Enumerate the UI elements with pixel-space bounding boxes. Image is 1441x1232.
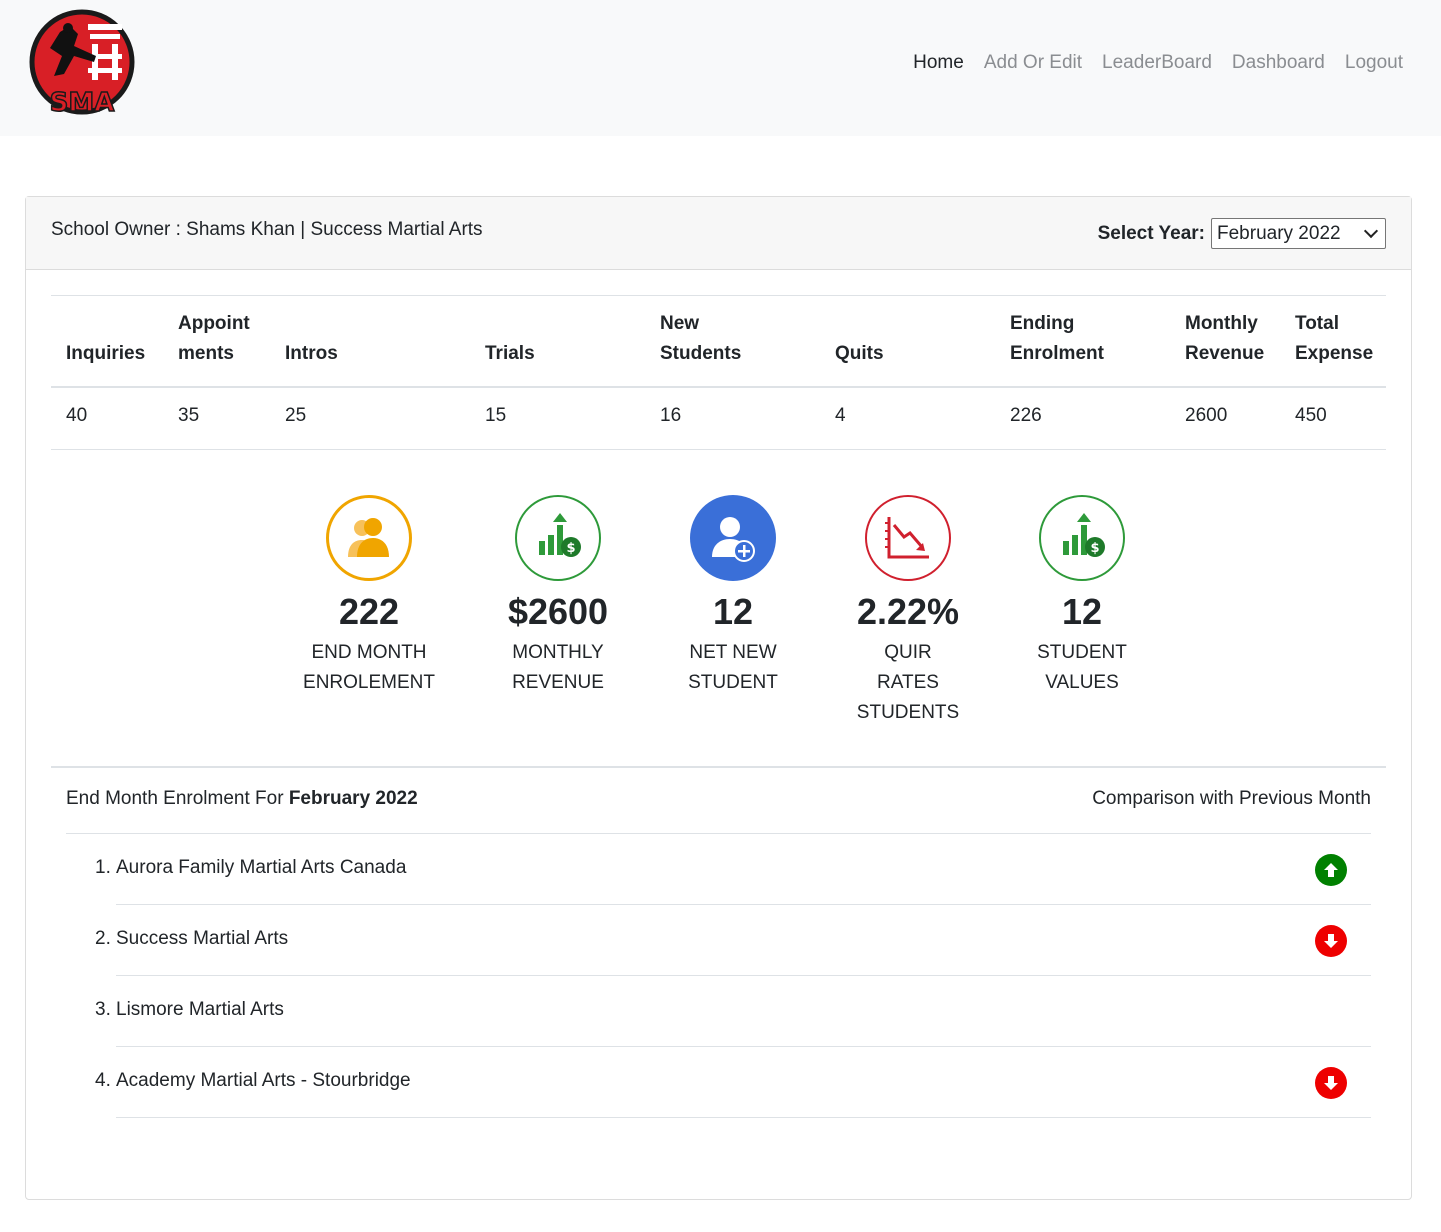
dashboard-card: School Owner : Shams Khan | Success Mart… bbox=[25, 196, 1412, 1200]
col-intros: Intros bbox=[285, 343, 338, 364]
nav-home-link[interactable]: Home bbox=[913, 52, 964, 74]
card-header: School Owner : Shams Khan | Success Mart… bbox=[26, 197, 1411, 270]
kpi-value: $2600 bbox=[507, 591, 609, 632]
svg-text:$: $ bbox=[566, 541, 575, 556]
arrow-down-icon bbox=[1315, 925, 1347, 957]
list-item: 1. Aurora Family Martial Arts Canada bbox=[95, 834, 1371, 905]
year-select-dropdown[interactable]: February 2022 bbox=[1211, 218, 1386, 249]
kpi-label: QUIR RATES STUDENTS bbox=[856, 642, 960, 723]
kpi-quir-rates-students: 2.22% QUIR RATES STUDENTS bbox=[823, 495, 993, 728]
cell-new-students: 16 bbox=[660, 405, 682, 426]
col-monthly-revenue: Monthly Revenue bbox=[1185, 313, 1265, 364]
kpi-value: 12 bbox=[712, 591, 754, 632]
school-owner-text: School Owner : Shams Khan | Success Mart… bbox=[51, 219, 483, 240]
select-year-label: Select Year: bbox=[1097, 222, 1205, 244]
kpi-label: MONTHLY REVENUE bbox=[512, 642, 604, 693]
school-name: Lismore Martial Arts bbox=[116, 999, 284, 1020]
kpi-value: 12 bbox=[1061, 591, 1103, 632]
nav-add-or-edit-link[interactable]: Add Or Edit bbox=[984, 52, 1082, 74]
enrolment-title: End Month Enrolment For February 2022 bbox=[66, 788, 418, 809]
svg-text:$: $ bbox=[1090, 541, 1099, 556]
school-name: Academy Martial Arts - Stourbridge bbox=[116, 1070, 411, 1091]
kpi-value: 2.22% bbox=[856, 591, 960, 632]
logo-graphic: SMA bbox=[29, 9, 135, 119]
kpi-label: STUDENT VALUES bbox=[1037, 642, 1127, 693]
school-name: Aurora Family Martial Arts Canada bbox=[116, 857, 407, 878]
list-item: 4. Academy Martial Arts - Stourbridge bbox=[95, 1047, 1371, 1118]
list-item: 2. Success Martial Arts bbox=[95, 905, 1371, 976]
col-trials: Trials bbox=[485, 343, 535, 364]
list-item: 3. Lismore Martial Arts bbox=[95, 976, 1371, 1047]
cell-ending-enrolment: 226 bbox=[1010, 405, 1042, 426]
kpi-value: 222 bbox=[338, 591, 400, 632]
year-select-value: February 2022 bbox=[1217, 222, 1341, 244]
stats-table-row: 40 35 25 15 16 4 226 2600 450 bbox=[51, 388, 1386, 450]
comparison-label: Comparison with Previous Month bbox=[1092, 788, 1371, 809]
col-quits: Quits bbox=[835, 343, 884, 364]
cell-appointments: 35 bbox=[178, 405, 200, 426]
logo-text: SMA bbox=[50, 88, 115, 118]
chevron-down-icon bbox=[1363, 223, 1379, 239]
cell-inquiries: 40 bbox=[66, 405, 88, 426]
rank-number: 2. bbox=[95, 928, 111, 949]
nav-dashboard-link[interactable]: Dashboard bbox=[1232, 52, 1325, 74]
kpi-label: END MONTH ENROLEMENT bbox=[303, 642, 435, 693]
cell-intros: 25 bbox=[285, 405, 307, 426]
navbar: SMA Home Add Or Edit LeaderBoard Dashboa… bbox=[0, 0, 1441, 136]
kpi-student-values: $ 12 STUDENT VALUES bbox=[997, 495, 1167, 698]
cell-trials: 15 bbox=[485, 405, 507, 426]
kpi-net-new-student: 12 NET NEW STUDENT bbox=[648, 495, 818, 698]
nav-leaderboard-link[interactable]: LeaderBoard bbox=[1102, 52, 1212, 74]
rank-number: 4. bbox=[95, 1070, 111, 1091]
kpi-monthly-revenue: $ $2600 MONTHLY REVENUE bbox=[473, 495, 643, 698]
col-new-students: New Students bbox=[660, 313, 742, 364]
school-name: Success Martial Arts bbox=[116, 928, 289, 949]
nav-logout-link[interactable]: Logout bbox=[1345, 52, 1403, 74]
cell-monthly-revenue: 2600 bbox=[1185, 405, 1228, 426]
col-ending-enrolment: Ending Enrolment bbox=[1010, 313, 1104, 364]
arrow-down-icon bbox=[1315, 1067, 1347, 1099]
revenue-chart-icon: $ bbox=[515, 495, 601, 581]
cell-quits: 4 bbox=[835, 405, 846, 426]
kpi-end-month-enrolement: 222 END MONTH ENROLEMENT bbox=[284, 495, 454, 698]
revenue-chart-icon: $ bbox=[1039, 495, 1125, 581]
add-user-icon bbox=[690, 495, 776, 581]
stats-table-header: Inquiries Appoint ments Intros Trials New… bbox=[51, 295, 1386, 388]
year-selector: Select Year: February 2022 bbox=[1098, 218, 1386, 249]
arrow-up-icon bbox=[1315, 854, 1347, 886]
col-total-expense: Total Expense bbox=[1295, 313, 1374, 364]
col-appointments: Appoint ments bbox=[178, 313, 250, 364]
sma-logo[interactable]: SMA bbox=[26, 8, 138, 120]
col-inquiries: Inquiries bbox=[66, 343, 146, 364]
rank-number: 1. bbox=[95, 857, 111, 878]
users-icon bbox=[326, 495, 412, 581]
rank-number: 3. bbox=[95, 999, 111, 1020]
nav-links: Home Add Or Edit LeaderBoard Dashboard L… bbox=[913, 52, 1403, 74]
kpi-label: NET NEW STUDENT bbox=[688, 642, 778, 693]
decline-chart-icon bbox=[865, 495, 951, 581]
section-divider bbox=[51, 766, 1386, 768]
cell-total-expense: 450 bbox=[1295, 405, 1327, 426]
